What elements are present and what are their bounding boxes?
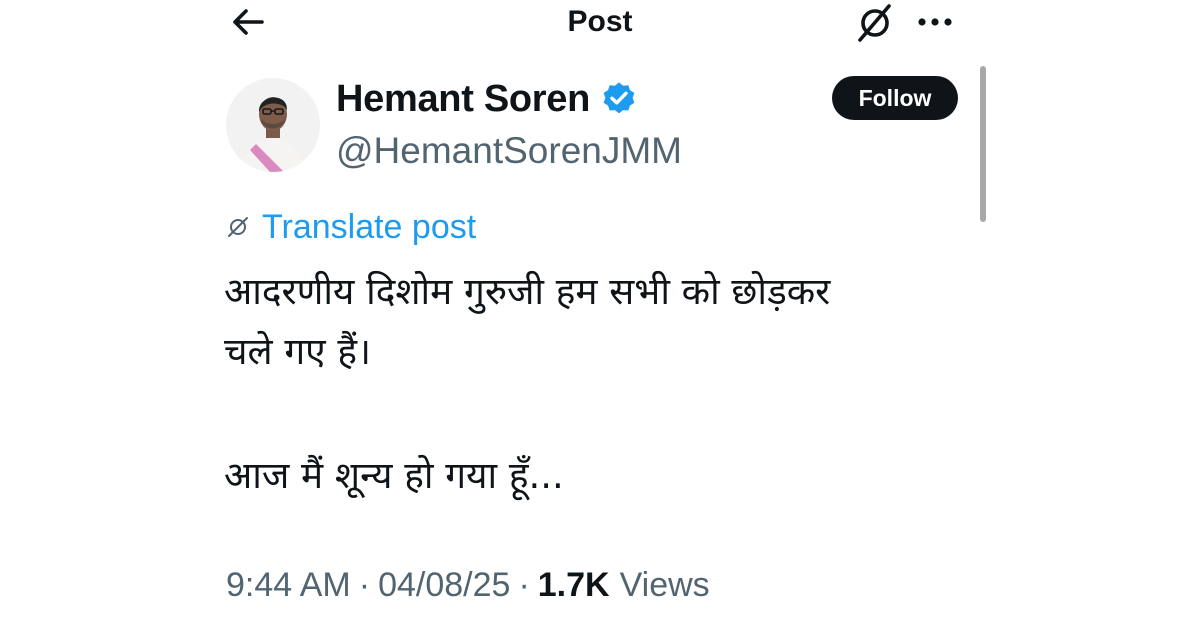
- grok-button[interactable]: [852, 0, 898, 46]
- follow-button[interactable]: Follow: [832, 76, 958, 120]
- page-title: Post: [567, 5, 633, 38]
- scrollbar[interactable]: [980, 66, 986, 222]
- arrow-left-icon: [233, 9, 264, 35]
- post-text-line: चले गए हैं।: [224, 330, 372, 373]
- meta-separator: ·: [518, 565, 530, 604]
- back-button[interactable]: [226, 0, 270, 44]
- post-date[interactable]: 04/08/25: [378, 566, 510, 605]
- avatar[interactable]: [226, 78, 320, 172]
- verified-badge-icon: [600, 80, 638, 118]
- more-horizontal-icon: [918, 18, 952, 26]
- views-label: Views: [619, 565, 710, 604]
- post-text-line: आज मैं शून्य हो गया हूँ...: [224, 454, 564, 497]
- avatar-photo: [226, 78, 320, 172]
- translate-post-label: Translate post: [262, 207, 477, 246]
- display-name-link[interactable]: Hemant Soren: [336, 74, 638, 124]
- post-page: Post Hemant Soren @HemantSorenJMM Follow…: [0, 0, 1200, 630]
- translate-icon: [226, 215, 250, 239]
- translate-post-link[interactable]: Translate post: [226, 206, 476, 248]
- post-time[interactable]: 9:44 AM: [226, 566, 351, 605]
- more-options-button[interactable]: [912, 0, 958, 44]
- views-count: 1.7K: [537, 565, 610, 604]
- meta-separator: ·: [358, 565, 371, 604]
- post-text-line: आदरणीय दिशोम गुरुजी हम सभी को छोड़कर: [224, 270, 831, 313]
- user-handle[interactable]: @HemantSorenJMM: [336, 128, 682, 174]
- post-meta: 9:44 AM · 04/08/25 · 1.7K Views: [226, 560, 710, 610]
- grok-icon: [858, 4, 891, 42]
- display-name: Hemant Soren: [336, 77, 591, 120]
